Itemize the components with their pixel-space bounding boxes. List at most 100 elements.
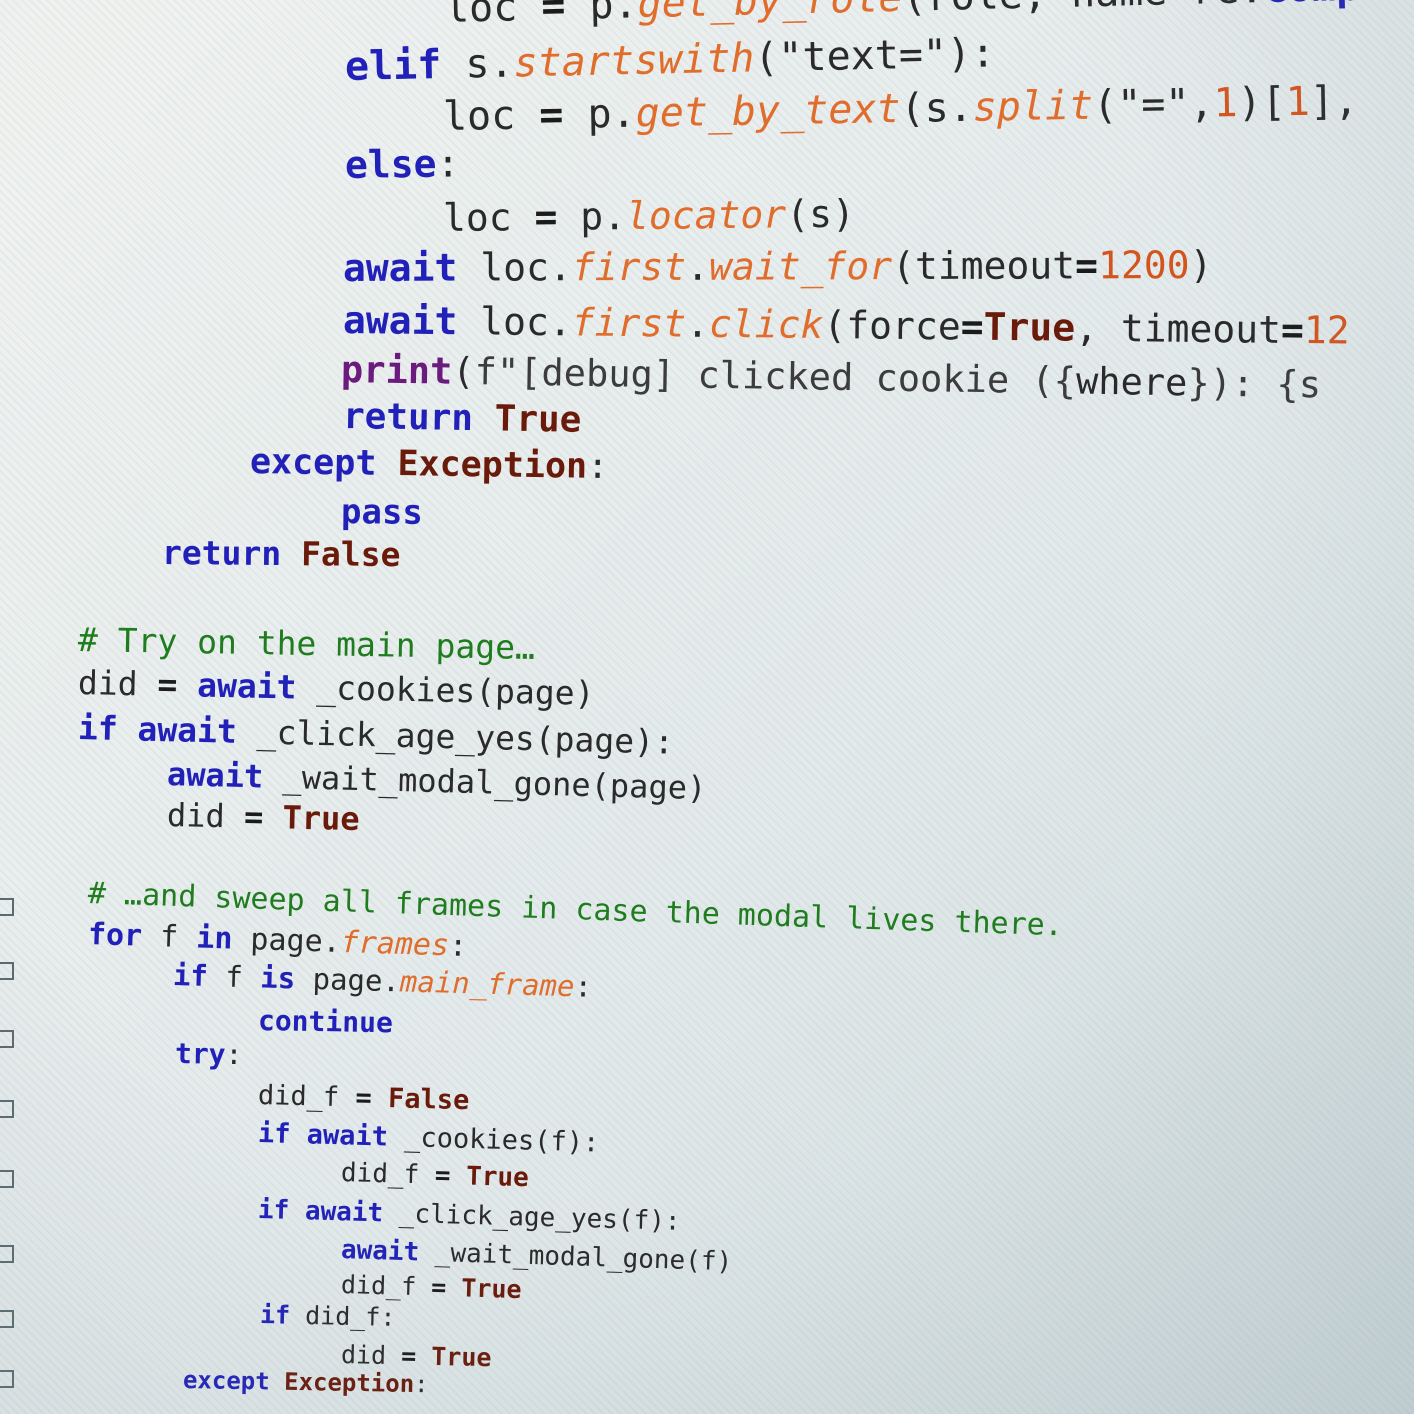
code-token: loc — [442, 92, 540, 140]
code-token: loc. — [480, 299, 573, 345]
code-line[interactable]: did_f = True — [341, 1158, 530, 1193]
code-line[interactable]: if await _click_age_yes(page): — [78, 708, 675, 762]
code-line[interactable]: continue — [258, 1004, 393, 1039]
code-token: locator — [625, 192, 787, 239]
code-token: (s) — [785, 191, 856, 237]
code-line[interactable]: return True — [343, 396, 582, 441]
code-line[interactable]: # Try on the main page… — [78, 620, 536, 667]
code-token: get_by_role — [637, 0, 904, 28]
code-token: is — [259, 960, 314, 996]
code-line[interactable]: if f is page.main_frame: — [173, 958, 593, 1004]
code-line[interactable]: else: — [345, 141, 460, 187]
code-token: click — [708, 301, 824, 348]
code-token: . — [685, 301, 710, 346]
code-token: True — [282, 798, 361, 839]
code-token: True — [494, 398, 582, 441]
code-token: loc — [444, 0, 542, 32]
code-token: await — [342, 245, 481, 290]
code-token: if — [259, 1300, 306, 1330]
code-line[interactable]: await loc.first.click(force=True, timeou… — [343, 298, 1350, 353]
code-token: if await — [257, 1195, 400, 1229]
code-line[interactable]: pass — [341, 492, 423, 533]
code-line[interactable]: try: — [175, 1037, 243, 1071]
code-token: p. — [587, 90, 637, 138]
code-token: await — [340, 1235, 436, 1268]
code-token: did — [340, 1340, 402, 1371]
code-token: (role, name — [902, 0, 1168, 21]
code-line[interactable]: return False — [162, 533, 401, 574]
code-token: = — [243, 797, 283, 837]
code-line[interactable]: except Exception: — [250, 442, 609, 487]
code-line[interactable]: if await _cookies(f): — [258, 1118, 600, 1159]
code-token: continue — [257, 1004, 394, 1040]
code-token: = — [355, 1082, 389, 1115]
code-line[interactable]: did = True — [167, 796, 360, 838]
code-token: : — [573, 969, 593, 1004]
code-token: (timeout — [892, 243, 1076, 289]
code-token: comp — [1263, 0, 1360, 12]
code-token: _cookies(page) — [315, 667, 595, 713]
code-token: did — [166, 796, 245, 836]
code-line[interactable]: loc = p.get_by_role(role, name=re.comp — [444, 0, 1360, 32]
code-token: _click_age_yes(page): — [256, 712, 675, 762]
code-line[interactable]: for f in page.frames: — [87, 917, 467, 964]
code-token: return — [342, 396, 496, 440]
code-token: 12 — [1303, 308, 1350, 353]
code-token: did — [77, 663, 158, 704]
code-token: await — [196, 665, 317, 707]
code-line[interactable]: await loc.first.wait_for(timeout=1200) — [343, 243, 1213, 290]
code-token: 1 — [1213, 80, 1239, 127]
code-token: f"[debug] clicked cookie ({ — [474, 350, 1077, 403]
code-token: await — [166, 755, 284, 797]
code-token: True — [465, 1161, 530, 1194]
code-token: )[ — [1237, 79, 1287, 127]
code-token: : — [448, 928, 468, 964]
code-token: else — [344, 141, 437, 187]
code-line[interactable]: except Exception: — [183, 1366, 429, 1398]
code-token: _click_age_yes(f): — [398, 1198, 681, 1237]
code-token: : — [586, 446, 609, 487]
code-line[interactable]: did_f = True — [341, 1270, 522, 1304]
code-token: startswith — [513, 35, 755, 87]
code-token: Exception — [283, 1367, 415, 1399]
code-token: ( — [452, 349, 475, 394]
code-token: ) — [1189, 242, 1213, 288]
code-token: first — [571, 244, 687, 290]
code-token: await — [342, 298, 481, 344]
code-token: (force — [823, 303, 961, 349]
code-token: return — [161, 533, 302, 574]
code-token: in — [195, 920, 252, 958]
code-text-area[interactable]: loc = p.get_by_role(role, name=re.compel… — [0, 0, 1414, 1414]
code-token: True — [431, 1341, 492, 1373]
code-line[interactable]: did_f = False — [258, 1080, 470, 1116]
code-token: Exception — [397, 444, 588, 487]
code-token: f — [224, 959, 261, 995]
code-token: main_frame — [399, 964, 575, 1004]
code-token: ("text="): — [753, 30, 996, 82]
code-token: : — [225, 1037, 243, 1072]
code-token: (s. — [900, 84, 974, 133]
code-token: p. — [580, 194, 627, 239]
code-token: did_f — [257, 1080, 356, 1114]
code-editor-screen: loc = p.get_by_role(role, name=re.compel… — [0, 0, 1414, 1414]
code-token: page. — [249, 922, 342, 960]
code-token: s. — [464, 40, 515, 88]
code-token: wait_for — [708, 244, 893, 289]
code-line[interactable]: loc = p.get_by_text(s.split("=",1)[1], — [443, 78, 1359, 140]
code-line[interactable]: did = await _cookies(page) — [78, 663, 595, 713]
code-line[interactable]: if did_f: — [260, 1300, 396, 1332]
code-token: did_f — [340, 1270, 432, 1302]
code-token: loc — [442, 195, 535, 240]
code-token: = — [1280, 307, 1305, 353]
code-token: did_f — [340, 1158, 436, 1191]
code-line[interactable]: elif s.startswith("text="): — [345, 30, 996, 90]
code-line[interactable]: loc = p.locator(s) — [443, 192, 855, 240]
code-token: 1200 — [1097, 243, 1190, 288]
code-line[interactable]: did = True — [341, 1340, 492, 1372]
code-token: = — [430, 1272, 462, 1303]
code-token: except — [249, 442, 398, 485]
code-token: = — [540, 0, 591, 30]
code-token: = — [1167, 0, 1192, 14]
code-token: if await — [77, 708, 258, 752]
code-line[interactable]: if await _click_age_yes(f): — [258, 1195, 681, 1237]
